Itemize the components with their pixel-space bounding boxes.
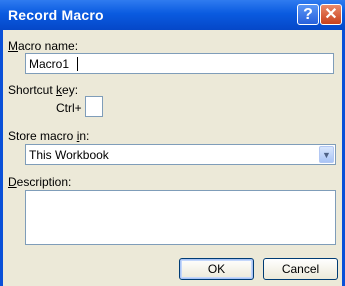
help-button[interactable]: ?	[297, 4, 319, 25]
dialog-title: Record Macro	[8, 7, 104, 23]
macro-name-input[interactable]: Macro1	[25, 53, 334, 74]
dialog-body: Macro name: Macro1 Shortcut key: Ctrl+ S…	[3, 30, 342, 286]
record-macro-dialog: Record Macro ? ✕ Macro name: Macro1 Shor…	[0, 0, 345, 286]
shortcut-key-input[interactable]	[85, 96, 103, 117]
macro-name-label: Macro name:	[8, 39, 79, 53]
help-icon: ?	[303, 6, 313, 23]
description-textarea[interactable]	[25, 190, 336, 245]
shortcut-key-label: Shortcut key:	[8, 83, 79, 97]
chevron-down-icon[interactable]: ▼	[319, 146, 334, 163]
store-macro-selected: This Workbook	[29, 148, 109, 162]
store-macro-label: Store macro in:	[8, 129, 90, 143]
title-bar[interactable]: Record Macro ? ✕	[0, 0, 345, 30]
store-macro-select[interactable]: This Workbook ▼	[25, 144, 336, 165]
close-button[interactable]: ✕	[320, 4, 342, 25]
ok-button[interactable]: OK	[179, 258, 254, 280]
ctrl-prefix-label: Ctrl+	[56, 101, 82, 115]
macro-name-value: Macro1	[29, 57, 70, 71]
description-label: Description:	[8, 175, 72, 189]
text-caret	[77, 57, 78, 71]
cancel-button[interactable]: Cancel	[263, 258, 338, 280]
close-icon: ✕	[324, 6, 338, 23]
